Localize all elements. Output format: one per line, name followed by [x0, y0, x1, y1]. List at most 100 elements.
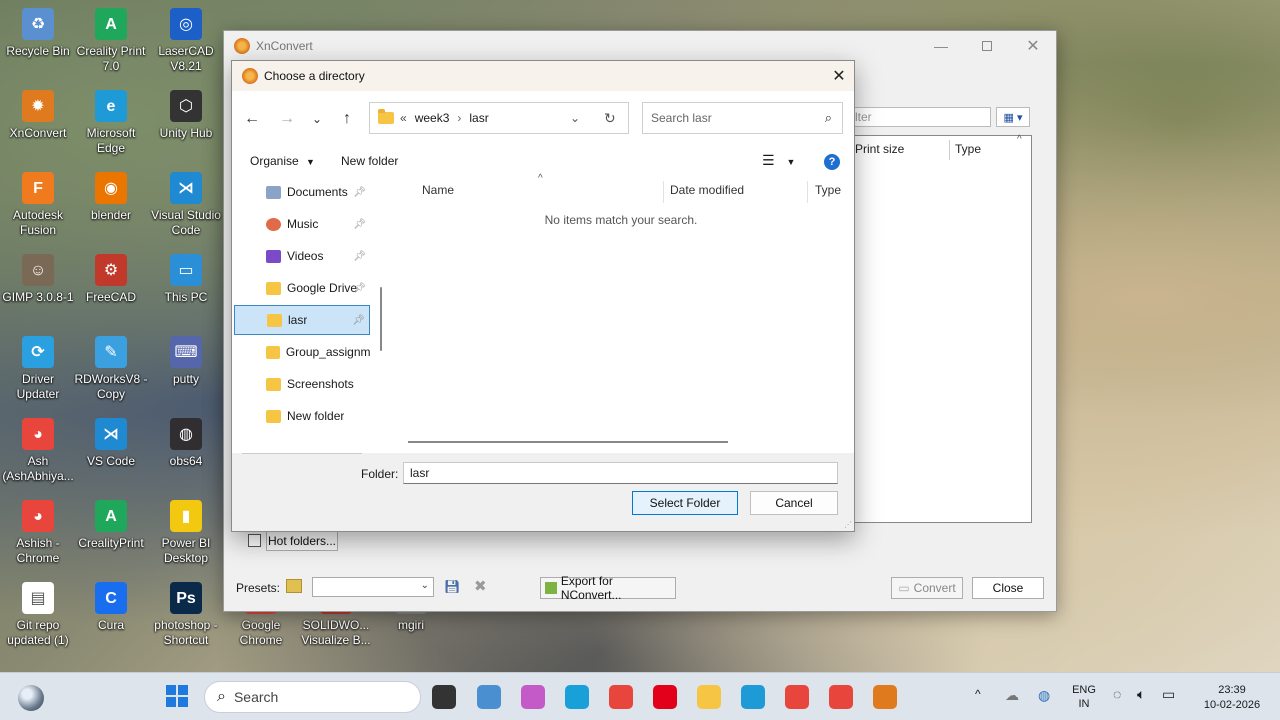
desktop-icon-lasercad-v8-21[interactable]: ◎ LaserCAD V8.21: [148, 8, 224, 74]
edge-icon[interactable]: [741, 685, 765, 709]
desktop-icon-driver-updater[interactable]: ⟳ Driver Updater: [0, 336, 76, 402]
onedrive-icon[interactable]: ☁: [1005, 687, 1019, 704]
breadcrumb-overflow[interactable]: «: [400, 111, 407, 125]
organise-button[interactable]: Organise ▼: [250, 154, 315, 168]
nav-item-lasr[interactable]: lasr 📌︎: [234, 305, 370, 335]
forward-button[interactable]: →: [276, 109, 298, 129]
nav-item-google-drive[interactable]: Google Drive 📌︎: [234, 273, 370, 303]
clock[interactable]: 23:39 10-02-2026: [1192, 683, 1272, 713]
maximize-button[interactable]: [964, 31, 1010, 61]
desktop-icon-obs64[interactable]: ◍ obs64: [148, 418, 224, 469]
desktop-icon-unity-hub[interactable]: ⬡ Unity Hub: [148, 90, 224, 141]
file-explorer-icon[interactable]: [697, 685, 721, 709]
view-options-button[interactable]: ☰ ▼: [762, 152, 795, 169]
back-button[interactable]: ←: [241, 109, 263, 129]
column-type[interactable]: Type: [815, 177, 841, 203]
search-input[interactable]: Search lasr ⌕: [642, 102, 843, 134]
close-button[interactable]: Close: [972, 577, 1044, 599]
cancel-button[interactable]: Cancel: [750, 491, 838, 515]
open-preset-icon[interactable]: [286, 579, 302, 593]
desktop-icon-freecad[interactable]: ⚙ FreeCAD: [73, 254, 149, 305]
nav-item-screenshots[interactable]: Screenshots: [234, 369, 370, 399]
hot-folders-button[interactable]: Hot folders...: [266, 531, 338, 551]
new-folder-button[interactable]: New folder: [341, 154, 398, 168]
desktop-icon-photoshop-shortcut[interactable]: Ps photoshop - Shortcut: [148, 582, 224, 648]
column-name[interactable]: Name: [422, 177, 454, 203]
hot-folders-checkbox[interactable]: [248, 534, 261, 550]
battery-icon[interactable]: ▭: [1162, 686, 1175, 703]
desktop-icon-recycle-bin[interactable]: ♻ Recycle Bin: [0, 8, 76, 59]
opera-icon[interactable]: [653, 685, 677, 709]
task-view-icon[interactable]: [432, 685, 456, 709]
delete-preset-icon[interactable]: ✖: [474, 577, 487, 595]
minimize-button[interactable]: —: [918, 31, 964, 61]
file-list[interactable]: Print size Type ^: [852, 134, 1032, 523]
chrome-icon[interactable]: [829, 685, 853, 709]
refresh-icon[interactable]: ↻: [604, 110, 616, 127]
desktop-icon-gimp-3-0-8-1[interactable]: ☺ GIMP 3.0.8-1: [0, 254, 76, 305]
desktop-icon-crealityprint[interactable]: A CrealityPrint: [73, 500, 149, 551]
column-type[interactable]: Type: [955, 136, 981, 162]
desktop-icon-blender[interactable]: ◉ blender: [73, 172, 149, 223]
nav-item-videos[interactable]: Videos 📌︎: [234, 241, 370, 271]
start-button[interactable]: [166, 685, 188, 707]
widgets-icon[interactable]: [18, 685, 44, 711]
desktop-icon-ashish-chrome[interactable]: ◕ Ashish - Chrome: [0, 500, 76, 566]
desktop-icon-rdworksv8-copy[interactable]: ✎ RDWorksV8 - Copy: [73, 336, 149, 402]
nav-item-music[interactable]: Music 📌︎: [234, 209, 370, 239]
file-manager-icon[interactable]: [477, 685, 501, 709]
xnconvert-taskbar-icon[interactable]: [873, 685, 897, 709]
select-folder-button[interactable]: Select Folder: [632, 491, 738, 515]
videos-icon: [266, 249, 281, 263]
navigation-scrollbar[interactable]: [378, 177, 384, 453]
desktop-icon-visual-studio-code[interactable]: ⋊ Visual Studio Code: [148, 172, 224, 238]
copilot-icon[interactable]: [521, 685, 545, 709]
language-indicator[interactable]: ENG IN: [1066, 683, 1102, 711]
export-nconvert-button[interactable]: Export for NConvert...: [540, 574, 676, 602]
desktop-icon-label: LaserCAD V8.21: [158, 44, 214, 73]
desktop-icon-ash-ashabhiya[interactable]: ◕ Ash (AshAbhiya...: [0, 418, 76, 484]
prime-video-icon[interactable]: [565, 685, 589, 709]
wifi-icon[interactable]: ◌: [1113, 686, 1121, 702]
desktop-icon-vs-code[interactable]: ⋊ VS Code: [73, 418, 149, 469]
volume-icon[interactable]: 🔈︎: [1137, 686, 1145, 703]
column-date-modified[interactable]: Date modified: [670, 177, 744, 203]
recent-locations-button[interactable]: ⌄: [306, 109, 328, 129]
presets-select[interactable]: ⌄: [312, 577, 434, 597]
address-bar[interactable]: « week3 › lasr ⌄ ↻: [369, 102, 629, 134]
file-content-area[interactable]: ^ Name Date modified Type No items match…: [388, 173, 854, 453]
desktop-icon-autodesk-fusion[interactable]: F Autodesk Fusion: [0, 172, 76, 238]
nav-item-group-assignme[interactable]: Group_assignme: [234, 337, 370, 367]
resize-grip-icon[interactable]: ⋰: [844, 520, 852, 529]
up-button[interactable]: ↑: [336, 109, 358, 129]
help-icon[interactable]: ?: [824, 154, 840, 170]
breadcrumb-week3[interactable]: week3: [415, 111, 450, 125]
horizontal-scrollbar[interactable]: [408, 441, 728, 443]
desktop-icon-cura[interactable]: C Cura: [73, 582, 149, 633]
filter-input[interactable]: lter: [848, 107, 991, 127]
nav-item-new-folder[interactable]: New folder: [234, 401, 370, 431]
desktop-icon-power-bi-desktop[interactable]: ▮ Power BI Desktop: [148, 500, 224, 566]
address-dropdown-icon[interactable]: ⌄: [570, 111, 580, 125]
desktop-icon-git-repo-updated-1[interactable]: ▤ Git repo updated (1): [0, 582, 76, 648]
desktop-icon-this-pc[interactable]: ▭ This PC: [148, 254, 224, 305]
column-print-size[interactable]: Print size: [855, 136, 904, 162]
folder-input[interactable]: lasr: [403, 462, 838, 484]
desktop-icon-putty[interactable]: ⌨ putty: [148, 336, 224, 387]
desktop-icon-creality-print-7-0[interactable]: A Creality Print 7.0: [73, 8, 149, 74]
network-status-icon[interactable]: ◍: [1038, 687, 1050, 704]
breadcrumb-lasr[interactable]: lasr: [469, 111, 488, 125]
close-window-button[interactable]: ✕: [1010, 31, 1056, 61]
scrollbar-thumb[interactable]: [380, 287, 382, 351]
nav-item-documents[interactable]: Documents 📌︎: [234, 177, 370, 207]
view-mode-button[interactable]: ▦ ▾: [996, 107, 1030, 127]
desktop-icon-microsoft-edge[interactable]: e Microsoft Edge: [73, 90, 149, 156]
desktop-icon-xnconvert[interactable]: ✹ XnConvert: [0, 90, 76, 141]
convert-button[interactable]: ▭ Convert: [891, 577, 963, 599]
chrome-profile-2-icon[interactable]: [785, 685, 809, 709]
chrome-profile-icon[interactable]: [609, 685, 633, 709]
dialog-close-button[interactable]: ✕: [824, 61, 854, 91]
show-hidden-icons-button[interactable]: ^: [975, 687, 981, 701]
save-preset-icon[interactable]: 💾︎: [444, 579, 461, 595]
taskbar-search[interactable]: ⌕ Search: [204, 681, 421, 713]
